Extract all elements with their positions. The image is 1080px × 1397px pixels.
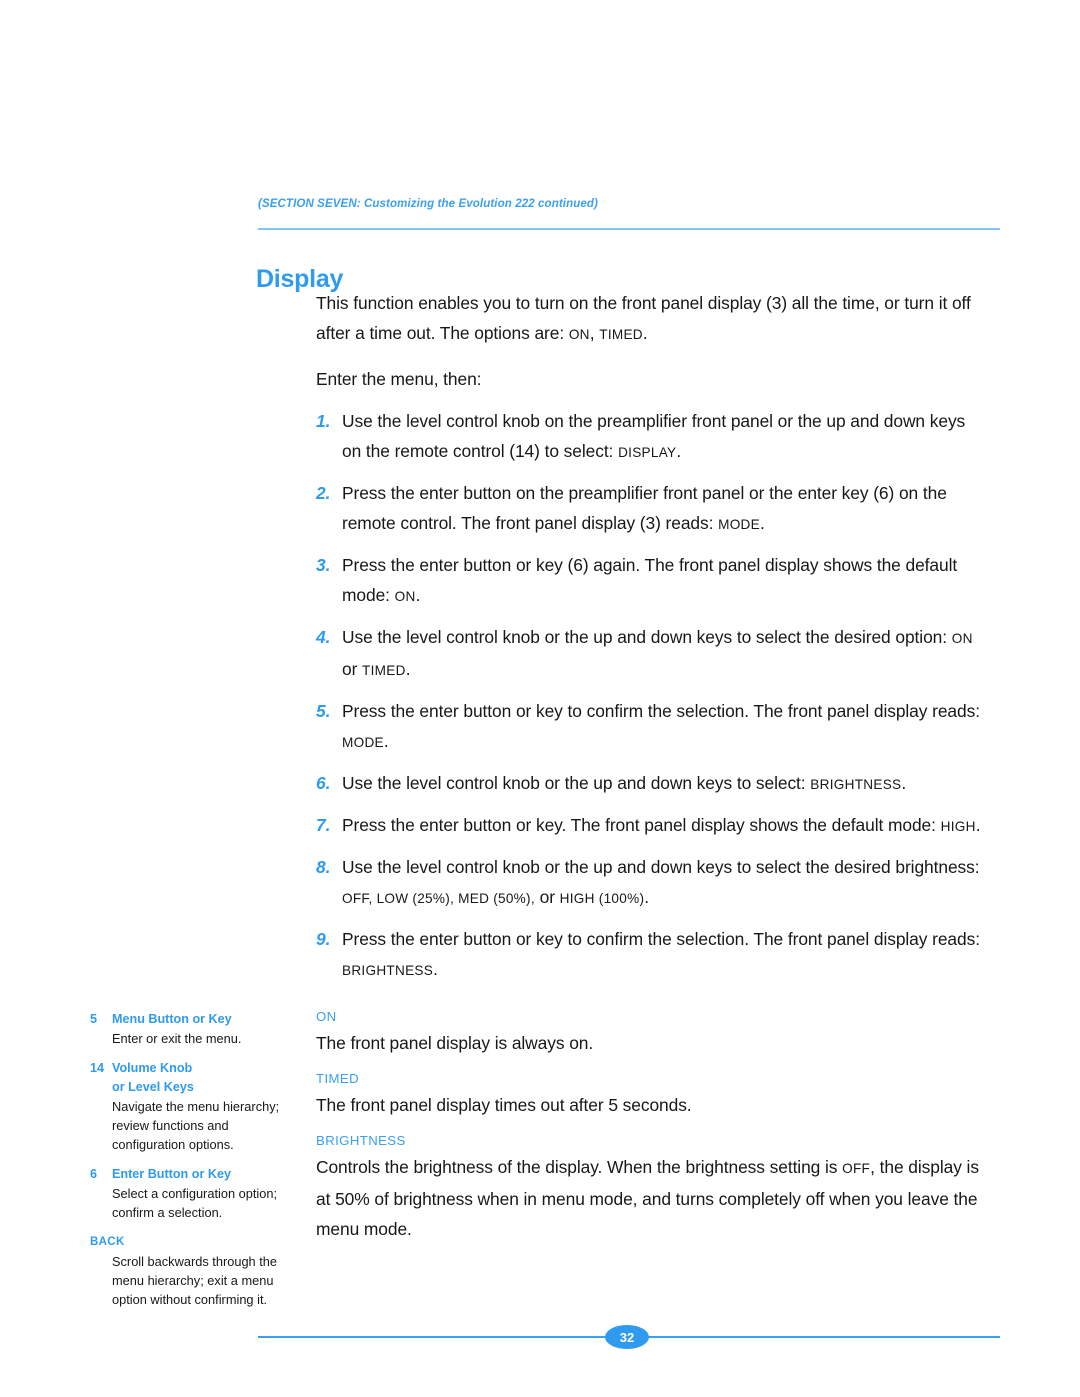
callout-back-heading: BACK (90, 1236, 125, 1248)
step-2-text-b: . (759, 513, 765, 533)
callout-menu-button: 5 Menu Button or Key Enter or exit the m… (90, 1010, 305, 1048)
definition-brightness: BRIGHTNESS Controls the brightness of th… (316, 1132, 988, 1244)
step-1: 1. Use the level control knob on the prea… (316, 406, 988, 468)
callout-volume-knob-heading: 14 Volume Knob (90, 1059, 305, 1078)
step-5-number: 5. (316, 701, 331, 721)
definition-on-body: The front panel display is always on. (316, 1033, 594, 1053)
definition-timed-body: The front panel display times out after … (316, 1095, 692, 1115)
step-9-text-b: . (433, 959, 438, 979)
step-7-text-b: . (975, 815, 981, 835)
callout-volume-knob-number: 14 (90, 1061, 105, 1075)
running-section-header: (SECTION SEVEN: Customizing the Evolutio… (258, 198, 598, 210)
step-4-number: 4. (316, 627, 331, 647)
step-6-smallcap: BRIGHTNESS (810, 777, 902, 792)
step-5: 5. Press the enter button or key to confi… (316, 696, 988, 758)
intro-paragraph-1: This function enables you to turn on the… (316, 288, 988, 350)
step-1-smallcap: DISPLAY (618, 445, 677, 460)
step-8-text-b: or (534, 887, 560, 907)
step-8-number: 8. (316, 857, 331, 877)
definition-brightness-heading: BRIGHTNESS (316, 1133, 406, 1148)
step-5-smallcap: MODE (342, 735, 384, 750)
step-3-smallcap: ON (394, 589, 416, 604)
step-5-text-a: Press the enter button or key to confirm… (342, 701, 980, 721)
callout-volume-knob: 14 Volume Knob or Level Keys Navigate th… (90, 1059, 305, 1154)
callout-menu-button-title: Menu Button or Key (112, 1012, 232, 1026)
step-9-number: 9. (316, 929, 331, 949)
step-8-smallcap-high: HIGH (100%) (559, 891, 645, 906)
main-content-column: This function enables you to turn on the… (316, 288, 988, 1256)
intro-p1-smallcap-timed: TIMED (599, 327, 643, 342)
intro-p1-smallcap-on: ON (568, 327, 590, 342)
step-4-smallcap-timed: TIMED (362, 663, 406, 678)
step-7: 7. Press the enter button or key. The fro… (316, 810, 988, 842)
step-6: 6. Use the level control knob or the up a… (316, 768, 988, 800)
callout-enter-button: 6 Enter Button or Key Select a configura… (90, 1165, 305, 1222)
definition-brightness-smallcap-off: OFF (842, 1161, 871, 1176)
step-4: 4. Use the level control knob or the up a… (316, 622, 988, 686)
step-3-number: 3. (316, 555, 331, 575)
step-3-text-b: . (415, 585, 421, 605)
step-7-text-a: Press the enter button or key. The front… (342, 815, 941, 835)
definition-brightness-body: Controls the brightness of the display. … (316, 1152, 988, 1244)
callout-enter-button-number: 6 (90, 1167, 98, 1181)
step-2-smallcap: MODE (718, 517, 760, 532)
intro-paragraph-2: Enter the menu, then: (316, 369, 482, 389)
step-6-text-a: Use the level control knob or the up and… (342, 773, 811, 793)
callout-menu-button-body: Enter or exit the menu. (112, 1031, 242, 1046)
callout-menu-button-heading: 5 Menu Button or Key (90, 1010, 305, 1029)
callout-back-body: Scroll backwards through the menu hierar… (112, 1254, 278, 1307)
step-6-text-b: . (901, 773, 907, 793)
step-4-smallcap-on: ON (951, 631, 973, 646)
step-2-text-a: Press the enter button on the preamplifi… (342, 483, 947, 533)
callout-enter-button-heading: 6 Enter Button or Key (90, 1165, 305, 1184)
step-2: 2. Press the enter button on the preampli… (316, 478, 988, 540)
step-7-smallcap: HIGH (940, 819, 976, 834)
step-4-text-c: . (405, 659, 411, 679)
callout-enter-button-body: Select a configuration option; confirm a… (112, 1186, 278, 1220)
step-8-text-c: . (644, 887, 649, 907)
definition-timed-heading: TIMED (316, 1071, 360, 1086)
step-9-text-a: Press the enter button or key to confirm… (342, 929, 980, 949)
step-8: 8. Use the level control knob or the up a… (316, 852, 988, 914)
step-7-number: 7. (316, 815, 331, 835)
step-1-number: 1. (316, 411, 331, 431)
step-8-text-a: Use the level control knob or the up and… (342, 857, 980, 877)
step-6-number: 6. (316, 773, 331, 793)
step-4-text-a: Use the level control knob or the up and… (342, 627, 952, 647)
step-1-text-b: . (676, 441, 682, 461)
step-9: 9. Press the enter button or key to confi… (316, 924, 988, 986)
step-8-smallcap-levels: OFF, LOW (25%), MED (50%), (342, 891, 535, 906)
margin-callout-notes: 5 Menu Button or Key Enter or exit the m… (90, 1010, 305, 1320)
definition-on: ON The front panel display is always on. (316, 1008, 988, 1058)
step-3: 3. Press the enter button or key (6) agai… (316, 550, 988, 612)
page-number-badge: 32 (605, 1325, 649, 1349)
callout-volume-knob-title-line2: or Level Keys (112, 1080, 194, 1094)
step-9-smallcap: BRIGHTNESS (342, 963, 434, 978)
step-5-text-b: . (383, 731, 389, 751)
callout-back: BACK Scroll backwards through the menu h… (90, 1233, 305, 1309)
step-3-text-a: Press the enter button or key (6) again.… (342, 555, 958, 605)
step-4-text-b: or (342, 659, 363, 679)
step-2-number: 2. (316, 483, 331, 503)
intro-p1-text-b: , (589, 323, 600, 343)
header-divider-rule (258, 228, 1000, 230)
callout-volume-knob-title: Volume Knob (112, 1061, 193, 1075)
definition-on-heading: ON (316, 1009, 337, 1024)
document-page: (SECTION SEVEN: Customizing the Evolutio… (0, 0, 1080, 1397)
definition-timed: TIMED The front panel display times out … (316, 1070, 988, 1120)
intro-p1-text-c: . (642, 323, 648, 343)
callout-volume-knob-body: Navigate the menu hierarchy; review func… (112, 1099, 280, 1152)
callout-enter-button-title: Enter Button or Key (112, 1167, 231, 1181)
callout-menu-button-number: 5 (90, 1012, 98, 1026)
definition-brightness-text-a: Controls the brightness of the display. … (316, 1157, 843, 1177)
